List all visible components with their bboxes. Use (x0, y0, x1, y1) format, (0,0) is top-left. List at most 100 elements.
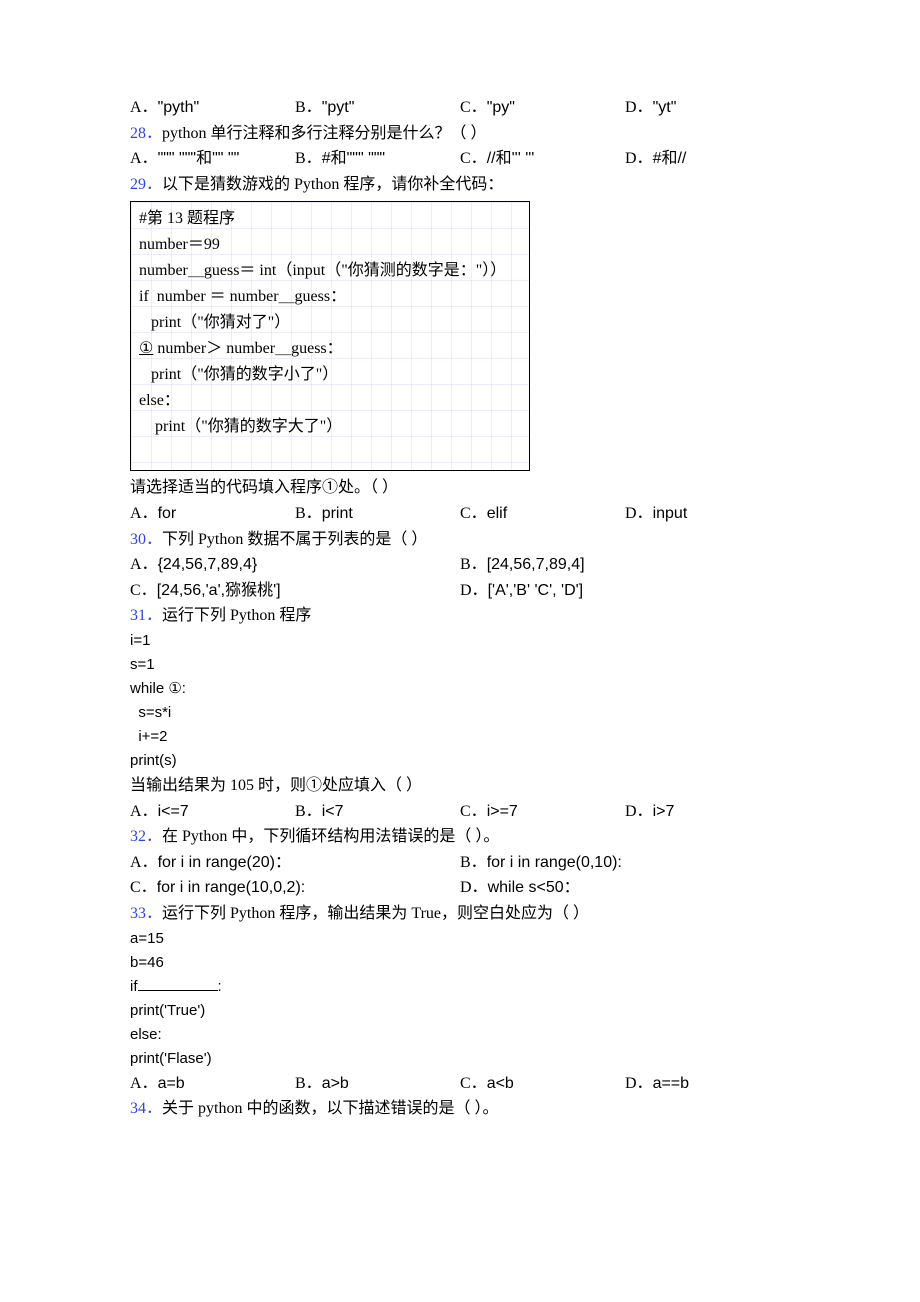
option-text: input (653, 505, 688, 522)
option-text: print (322, 505, 353, 522)
placeholder-one: ① (139, 340, 153, 357)
options-row: A．{24,56,7,89,4} B．[24,56,7,89,4] C．[24,… (130, 552, 790, 603)
code-line: s=s*i (130, 701, 790, 725)
question-28: 28．python 单行注释和多行注释分别是什么？（ ） (130, 121, 790, 147)
code-line: else： (139, 388, 521, 414)
option-a: A．"pyth" (130, 95, 295, 121)
option-b: B．[24,56,7,89,4] (460, 552, 790, 578)
option-label: C． (460, 803, 487, 820)
code-line: a=15 (130, 927, 790, 951)
option-b: B．#和""" """ (295, 146, 460, 172)
code-line: print（"你猜对了"） (139, 310, 521, 336)
code-line: print（"你猜的数字大了"） (139, 414, 521, 440)
question-32: 32．在 Python 中，下列循环结构用法错误的是（ ）。 (130, 824, 790, 850)
option-b: B．a>b (295, 1071, 460, 1097)
code-line: print('True') (130, 999, 790, 1023)
option-a: A．for (130, 501, 295, 527)
option-label: C． (460, 150, 487, 167)
question-31: 31．运行下列 Python 程序 (130, 603, 790, 629)
question-34: 34．关于 python 中的函数，以下描述错误的是（ ）。 (130, 1096, 790, 1122)
options-row: A．"pyth" B．"pyt" C．"py" D．"yt" (130, 95, 790, 121)
question-33: 33．运行下列 Python 程序，输出结果为 True，则空白处应为（ ） (130, 901, 790, 927)
code-block: i=1 s=1 while ①: s=s*i i+=2 print(s) (130, 629, 790, 773)
option-d: D．#和// (625, 146, 790, 172)
question-text: 以下是猜数游戏的 Python 程序，请你补全代码： (162, 176, 503, 193)
code-line-rest: number＞ number＿guess： (153, 340, 342, 357)
question-text: 在 Python 中，下列循环结构用法错误的是（ ）。 (162, 828, 499, 845)
option-d: D．"yt" (625, 95, 790, 121)
option-label: C． (460, 505, 487, 522)
option-text: """ """和"" "" (158, 150, 240, 167)
option-c: C．elif (460, 501, 625, 527)
option-label: B． (460, 854, 487, 871)
option-text: for i in range(20)： (158, 854, 291, 871)
option-text: while s<50： (488, 879, 580, 896)
option-b: B．for i in range(0,10): (460, 850, 790, 876)
option-label: A． (130, 556, 158, 573)
code-box: #第 13 题程序 number＝99 number＿guess＝ int（in… (130, 201, 530, 471)
option-c: C．for i in range(10,0,2): (130, 875, 460, 901)
option-text: i<=7 (158, 803, 189, 820)
code-line: i=1 (130, 629, 790, 653)
code-line: print(s) (130, 749, 790, 773)
option-label: D． (625, 1075, 653, 1092)
question-31-sub: 当输出结果为 105 时，则①处应填入（ ） (130, 773, 790, 799)
question-number: 28． (130, 125, 162, 142)
code-block: a=15 b=46 if: print('True') else: print(… (130, 927, 790, 1071)
question-29-sub: 请选择适当的代码填入程序①处。（ ） (130, 475, 790, 501)
code-if: if (130, 978, 138, 995)
option-text: for i in range(0,10): (487, 854, 622, 871)
option-text: #和""" """ (322, 150, 385, 167)
option-label: D． (625, 803, 653, 820)
question-text: 下列 Python 数据不属于列表的是（ ） (162, 531, 427, 548)
question-29: 29．以下是猜数游戏的 Python 程序，请你补全代码： (130, 172, 790, 198)
option-text: i<7 (322, 803, 344, 820)
blank-fill (138, 976, 218, 991)
option-d: D．input (625, 501, 790, 527)
option-text: "pyt" (322, 99, 355, 116)
code-line: while ①: (130, 677, 790, 701)
question-number: 33． (130, 905, 162, 922)
option-a: A．i<=7 (130, 799, 295, 825)
option-text: a<b (487, 1075, 514, 1092)
code-line: else: (130, 1023, 790, 1047)
option-label: B． (295, 505, 322, 522)
option-label: D． (625, 99, 653, 116)
options-row: A．for i in range(20)： B．for i in range(0… (130, 850, 790, 901)
option-text: #和// (653, 150, 687, 167)
option-text: "py" (487, 99, 515, 116)
option-text: a=b (158, 1075, 185, 1092)
option-text: {24,56,7,89,4} (158, 556, 258, 573)
option-text: i>=7 (487, 803, 518, 820)
option-label: B． (295, 150, 322, 167)
code-line: print（"你猜的数字小了"） (139, 362, 521, 388)
option-d: D．while s<50： (460, 875, 790, 901)
options-row: A．for B．print C．elif D．input (130, 501, 790, 527)
question-text: 运行下列 Python 程序，输出结果为 True，则空白处应为（ ） (162, 905, 589, 922)
option-label: B． (295, 803, 322, 820)
option-label: C． (460, 99, 487, 116)
option-c: C．"py" (460, 95, 625, 121)
option-d: D．['A','B' 'C', 'D'] (460, 578, 790, 604)
question-number: 31． (130, 607, 162, 624)
option-label: A． (130, 150, 158, 167)
option-text: "pyth" (158, 99, 200, 116)
question-number: 34． (130, 1100, 162, 1117)
code-line: number＿guess＝ int（input（"你猜测的数字是："）） (139, 258, 521, 284)
option-label: D． (460, 879, 488, 896)
option-c: C．a<b (460, 1071, 625, 1097)
option-text: a==b (653, 1075, 689, 1092)
options-row: A．a=b B．a>b C．a<b D．a==b (130, 1071, 790, 1097)
code-line: ① number＞ number＿guess： (139, 336, 521, 362)
option-c: C．i>=7 (460, 799, 625, 825)
option-text: i>7 (653, 803, 675, 820)
question-text: 运行下列 Python 程序 (162, 607, 311, 624)
code-line: #第 13 题程序 (139, 206, 521, 232)
option-label: D． (625, 150, 653, 167)
code-line: number＝99 (139, 232, 521, 258)
option-text: "yt" (653, 99, 677, 116)
options-row: A．""" """和"" "" B．#和""" """ C．//和''' '''… (130, 146, 790, 172)
option-label: A． (130, 854, 158, 871)
code-line-blank (139, 440, 521, 466)
option-label: B． (295, 1075, 322, 1092)
